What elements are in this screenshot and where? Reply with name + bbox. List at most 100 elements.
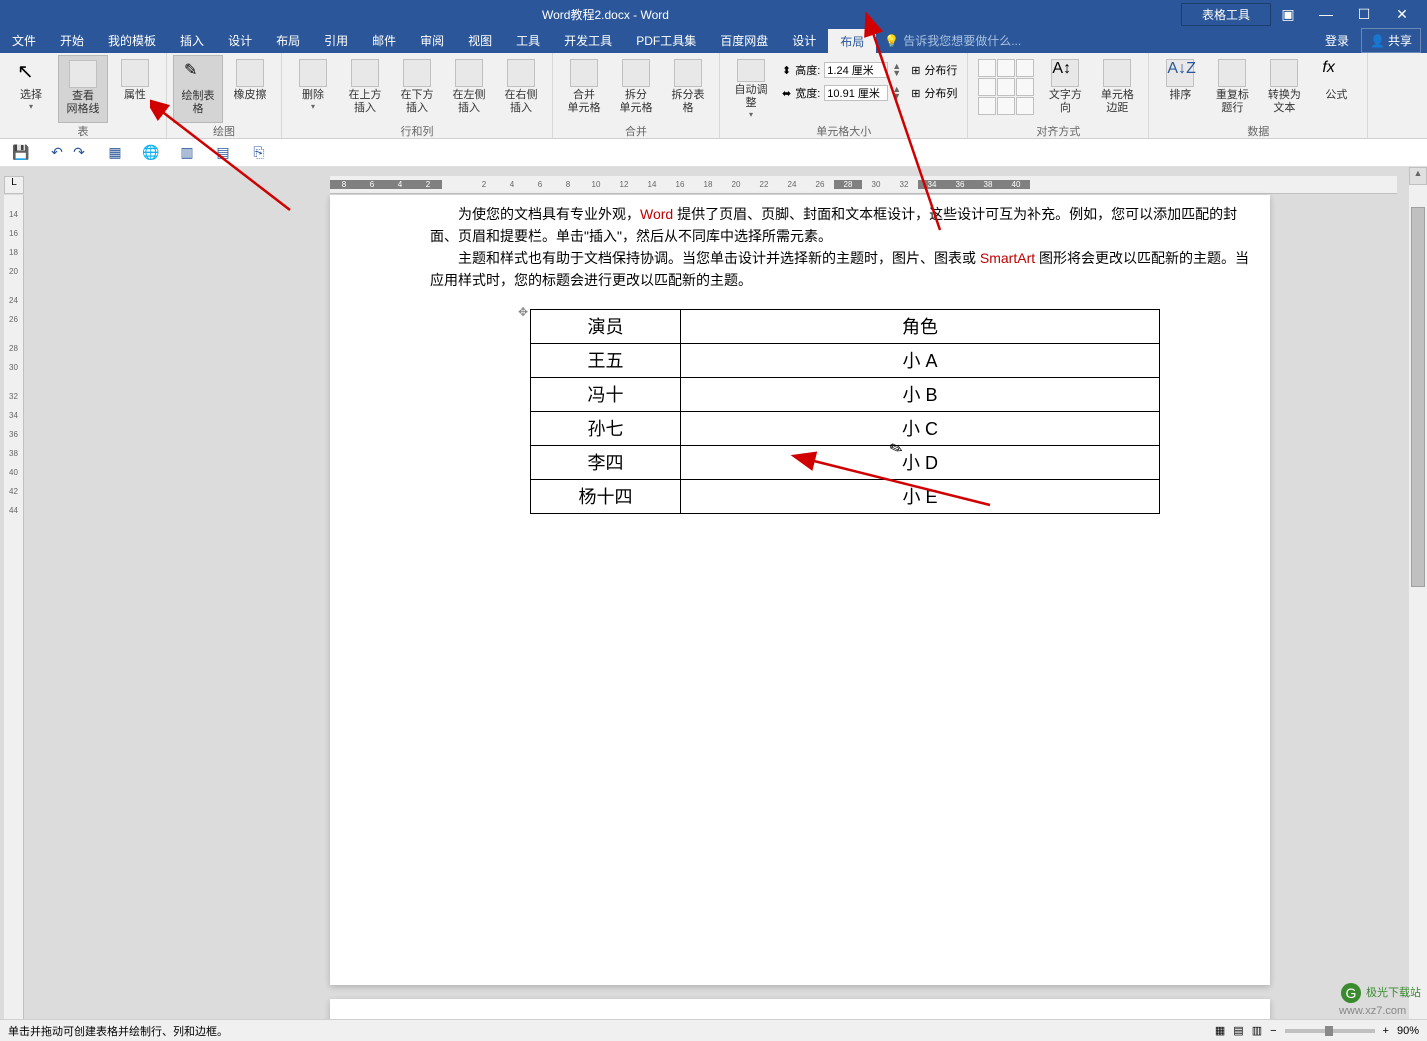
split-table-button[interactable]: 拆分表格 — [663, 55, 713, 123]
insert-above-icon — [351, 59, 379, 87]
group-label-align: 对齐方式 — [1036, 123, 1080, 139]
tab-tools[interactable]: 工具 — [504, 28, 552, 53]
vertical-ruler[interactable]: 141618202426283032343638404244 — [4, 195, 24, 1019]
tab-table-design[interactable]: 设计 — [780, 28, 828, 53]
eraser-icon — [236, 59, 264, 87]
formula-button[interactable]: fx公式 — [1311, 55, 1361, 123]
eraser-button[interactable]: 橡皮擦 — [225, 55, 275, 123]
repeat-header-button[interactable]: 重复标题行 — [1207, 55, 1257, 123]
pencil-icon: ✎ — [184, 60, 212, 88]
login-button[interactable]: 登录 — [1317, 28, 1357, 53]
tab-home[interactable]: 开始 — [48, 28, 96, 53]
horizontal-ruler[interactable]: 8642 24681012141618202224262830323436384… — [330, 176, 1397, 194]
qat-icon-2[interactable]: 🌐 — [142, 144, 160, 162]
draw-table-button[interactable]: ✎绘制表格 — [173, 55, 223, 123]
qat-icon-3[interactable]: ▥ — [178, 144, 196, 162]
ruler-corner[interactable]: L — [4, 176, 24, 194]
zoom-out-button[interactable]: − — [1270, 1025, 1276, 1037]
convert-text-button[interactable]: 转换为文本 — [1259, 55, 1309, 123]
share-button[interactable]: 👤 共享 — [1361, 28, 1421, 53]
text-direction-button[interactable]: A↕文字方向 — [1040, 55, 1090, 123]
distribute-rows-button[interactable]: ⊞分布行 — [911, 59, 957, 81]
insert-left-button[interactable]: 在左侧插入 — [444, 55, 494, 123]
merge-cells-button[interactable]: 合并 单元格 — [559, 55, 609, 123]
autofit-button[interactable]: 自动调整▾ — [726, 55, 776, 123]
maximize-icon[interactable]: ☐ — [1347, 3, 1381, 25]
formula-icon: fx — [1322, 59, 1350, 87]
height-input[interactable] — [824, 62, 888, 78]
minimize-icon[interactable]: — — [1309, 3, 1343, 25]
sort-button[interactable]: A↓Z排序 — [1155, 55, 1205, 123]
tab-mail[interactable]: 邮件 — [360, 28, 408, 53]
convert-icon — [1270, 59, 1298, 87]
split-table-icon — [674, 59, 702, 87]
insert-right-icon — [507, 59, 535, 87]
title-text: Word教程2.docx - Word — [0, 6, 931, 23]
data-table[interactable]: 演员角色 王五小 A 冯十小 B 孙七小 C 李四小 D 杨十四小 E — [530, 309, 1160, 514]
cursor-icon: ↖ — [17, 59, 45, 87]
ribbon-options-icon[interactable]: ▣ — [1271, 3, 1305, 25]
qat-icon-4[interactable]: ▤ — [214, 144, 232, 162]
scroll-thumb[interactable] — [1411, 207, 1425, 587]
view-print-icon[interactable]: ▦ — [1215, 1024, 1225, 1037]
page-1[interactable]: 为使您的文档具有专业外观，Word 提供了页眉、页脚、封面和文本框设计，这些设计… — [330, 195, 1270, 985]
distribute-cols-button[interactable]: ⊞分布列 — [911, 82, 957, 104]
tab-insert[interactable]: 插入 — [168, 28, 216, 53]
qat-icon-1[interactable]: ▦ — [106, 144, 124, 162]
height-spinner[interactable]: ▲▼ — [892, 63, 901, 77]
dist-cols-icon: ⊞ — [911, 87, 920, 100]
group-label-rowscols: 行和列 — [401, 123, 434, 139]
zoom-in-button[interactable]: + — [1383, 1025, 1389, 1037]
tab-pdf[interactable]: PDF工具集 — [624, 28, 708, 53]
view-web-icon[interactable]: ▥ — [1252, 1024, 1262, 1037]
tab-references[interactable]: 引用 — [312, 28, 360, 53]
delete-button[interactable]: 删除▾ — [288, 55, 338, 123]
width-input[interactable] — [824, 85, 888, 101]
tab-templates[interactable]: 我的模板 — [96, 28, 168, 53]
tell-me-search[interactable]: 💡 告诉我您想要做什么... — [876, 28, 1029, 53]
zoom-level[interactable]: 90% — [1397, 1025, 1419, 1037]
redo-button[interactable]: ↷ — [70, 144, 88, 162]
cell-margins-button[interactable]: 单元格 边距 — [1092, 55, 1142, 123]
insert-right-button[interactable]: 在右侧插入 — [496, 55, 546, 123]
tab-layout[interactable]: 布局 — [264, 28, 312, 53]
split-cells-button[interactable]: 拆分 单元格 — [611, 55, 661, 123]
view-gridlines-button[interactable]: 查看 网格线 — [58, 55, 108, 123]
table-row: 李四小 D — [531, 446, 1160, 480]
sort-icon: A↓Z — [1166, 59, 1194, 87]
select-button[interactable]: ↖选择▾ — [6, 55, 56, 123]
group-label-merge: 合并 — [625, 123, 647, 139]
dist-rows-icon: ⊞ — [911, 64, 920, 77]
tab-developer[interactable]: 开发工具 — [552, 28, 624, 53]
tab-file[interactable]: 文件 — [0, 28, 48, 53]
properties-icon — [121, 59, 149, 87]
table-anchor-icon[interactable]: ✥ — [518, 301, 528, 323]
svg-text:G: G — [1345, 985, 1356, 1001]
insert-above-button[interactable]: 在上方插入 — [340, 55, 390, 123]
status-text: 单击并拖动可创建表格并绘制行、列和边框。 — [8, 1023, 228, 1039]
document-body[interactable]: 为使您的文档具有专业外观，Word 提供了页眉、页脚、封面和文本框设计，这些设计… — [330, 195, 1270, 534]
delete-icon — [299, 59, 327, 87]
alignment-grid[interactable] — [978, 59, 1034, 115]
properties-button[interactable]: 属性 — [110, 55, 160, 123]
group-label-draw: 绘图 — [213, 123, 235, 139]
tab-table-layout[interactable]: 布局 — [828, 28, 876, 53]
page-2[interactable] — [330, 999, 1270, 1019]
undo-button[interactable]: ↶ — [48, 144, 66, 162]
split-cells-icon — [622, 59, 650, 87]
tab-view[interactable]: 视图 — [456, 28, 504, 53]
tab-design[interactable]: 设计 — [216, 28, 264, 53]
tab-baidu[interactable]: 百度网盘 — [708, 28, 780, 53]
zoom-slider[interactable] — [1285, 1029, 1375, 1033]
vertical-scrollbar[interactable]: ▲ — [1409, 167, 1427, 1019]
merge-icon — [570, 59, 598, 87]
width-spinner[interactable]: ▲▼ — [892, 86, 901, 100]
watermark: G 极光下载站 www.xz7.com — [1339, 981, 1421, 1017]
save-icon[interactable]: 💾 — [12, 144, 30, 162]
view-read-icon[interactable]: ▤ — [1233, 1024, 1243, 1037]
close-icon[interactable]: ✕ — [1385, 3, 1419, 25]
scroll-up-icon[interactable]: ▲ — [1409, 167, 1427, 185]
insert-below-button[interactable]: 在下方插入 — [392, 55, 442, 123]
tab-review[interactable]: 审阅 — [408, 28, 456, 53]
qat-icon-5[interactable]: ⎘ — [250, 144, 268, 162]
